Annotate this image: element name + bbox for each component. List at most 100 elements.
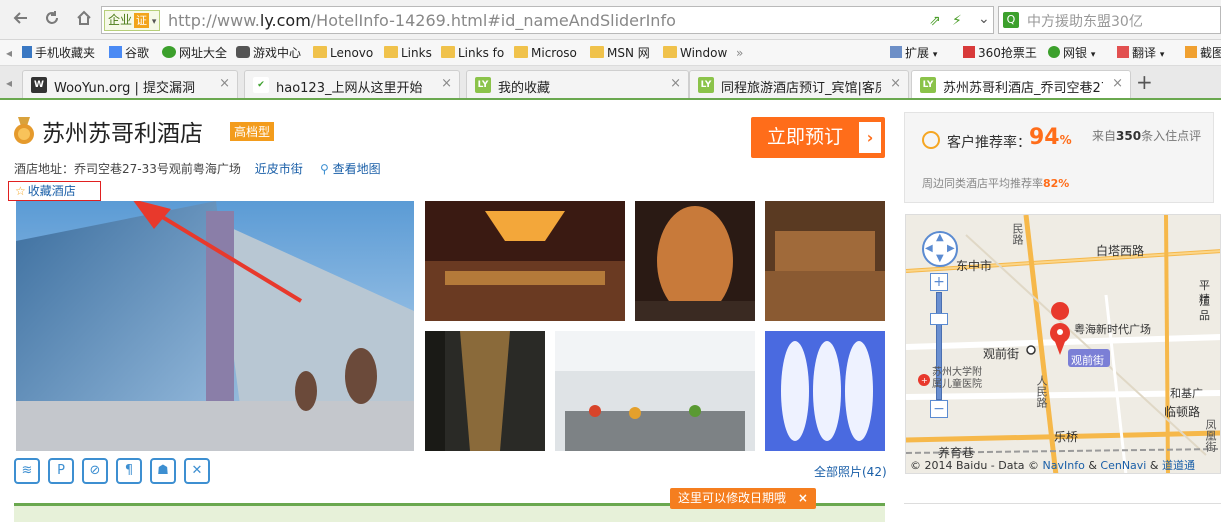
search-engine-icon[interactable]: Q — [1003, 12, 1019, 28]
gamepad-icon — [236, 46, 250, 58]
hotel-photo-lobby[interactable] — [425, 201, 625, 321]
hotel-photo-restaurant[interactable] — [765, 201, 885, 321]
bookmarks-menu-icon[interactable]: ◂ — [6, 44, 12, 62]
ext-netbank[interactable]: 网银 ▾ — [1048, 44, 1095, 62]
map-label: 东中市 — [956, 259, 993, 273]
url-field[interactable]: 企业证 ▾ http://www.ly.com/HotelInfo-14269.… — [101, 6, 994, 34]
date-tooltip: 这里可以修改日期哦 × — [670, 488, 816, 509]
pan-down-icon[interactable]: ▼ — [936, 253, 944, 264]
bookmark-hao[interactable]: 网址大全 — [162, 44, 227, 62]
hotel-photo-corridor[interactable] — [635, 201, 755, 321]
ext-translate[interactable]: 翻译 ▾ — [1117, 44, 1164, 62]
gym-icon: ✕ — [184, 458, 210, 484]
bookmark-links-fo[interactable]: Links fo — [441, 44, 504, 62]
map-label: 和基广 — [1170, 387, 1203, 400]
map-label: 精品 — [1199, 293, 1210, 322]
close-icon[interactable]: × — [219, 76, 230, 91]
share-icon[interactable]: ⇗ — [929, 13, 941, 29]
bookmark-games[interactable]: 游戏中心 — [236, 44, 301, 62]
ext-360-ticket[interactable]: 360抢票王 — [963, 44, 1037, 62]
bookmark-google[interactable]: 谷歌 — [109, 44, 149, 62]
folder-icon — [590, 46, 604, 58]
bookmark-msn[interactable]: MSN 网 — [590, 44, 650, 62]
close-icon[interactable]: × — [1112, 76, 1123, 91]
enterprise-badge[interactable]: 企业证 ▾ — [104, 10, 161, 31]
search-placeholder[interactable]: 中方援助东盟30亿 — [1027, 11, 1143, 31]
map-station-label: 观前街 — [1071, 354, 1104, 367]
map-footer — [904, 503, 1221, 522]
reload-icon[interactable] — [40, 9, 64, 31]
bookmark-windows[interactable]: Window — [663, 44, 727, 62]
pan-right-icon[interactable]: ▶ — [947, 243, 955, 254]
all-photos-link[interactable]: 全部照片(42) — [814, 463, 887, 480]
close-icon[interactable]: × — [670, 76, 681, 91]
tab-list-icon[interactable]: ◂ — [6, 76, 12, 90]
tab-favorites[interactable]: LY 我的收藏 × — [466, 70, 689, 98]
tab-wooyun[interactable]: W WooYun.org | 提交漏洞 × — [22, 70, 238, 98]
svg-text:+: + — [921, 376, 928, 385]
hotel-photo-hallway[interactable] — [425, 331, 545, 451]
map-label: 粤海新时代广场 — [1074, 323, 1151, 336]
location-map[interactable]: + ▲ ▼ ◀ ▶ + − 民路 白塔西路 东中市 平江 精品 粤海新时代广场 … — [905, 214, 1221, 474]
close-icon[interactable]: × — [441, 76, 452, 91]
phone-icon — [22, 46, 32, 58]
map-label: 苏州大学附属儿童医院 — [932, 367, 982, 390]
dropdown-chevron-icon[interactable]: ⌄ — [978, 11, 990, 27]
hao123-favicon-icon: ✔ — [253, 77, 269, 93]
map-label: 凤凰街 — [1204, 419, 1217, 452]
bookmark-links[interactable]: Links — [384, 44, 432, 62]
bookmarks-overflow-icon[interactable]: » — [736, 44, 743, 62]
home-icon[interactable] — [72, 9, 96, 31]
hotel-photo-spa[interactable] — [765, 331, 885, 451]
pan-left-icon[interactable]: ◀ — [925, 243, 933, 254]
pan-up-icon[interactable]: ▲ — [936, 232, 944, 243]
review-source[interactable]: 来自350条入住点评 — [1092, 127, 1201, 144]
zoom-in-button[interactable]: + — [930, 273, 948, 291]
favorite-hotel-button[interactable]: ☆ 收藏酒店 — [8, 181, 101, 201]
view-map-link[interactable]: ⚲ 查看地图 — [320, 160, 381, 177]
meeting-room-icon: ☗ — [150, 458, 176, 484]
folder-icon — [441, 46, 455, 58]
zoom-slider-handle[interactable] — [930, 313, 948, 325]
ext-extensions[interactable]: 扩展 ▾ — [890, 44, 937, 62]
search-field[interactable]: Q 中方援助东盟30亿 — [998, 6, 1221, 34]
close-icon[interactable]: × — [798, 491, 808, 505]
new-tab-button[interactable]: + — [1136, 70, 1153, 94]
globe-icon — [162, 46, 176, 58]
lightning-icon[interactable]: ⚡ — [952, 13, 962, 29]
map-pan-control[interactable]: ▲ ▼ ◀ ▶ — [922, 231, 958, 267]
ext-screenshot[interactable]: 截图 — [1185, 44, 1221, 62]
district-link[interactable]: 近皮市街 — [255, 162, 303, 176]
star-icon: ☆ — [15, 184, 26, 198]
tab-hotel-active[interactable]: LY 苏州苏哥利酒店_乔司空巷27-3 × — [911, 70, 1131, 98]
close-icon[interactable]: × — [890, 76, 901, 91]
map-label: 乐桥 — [1054, 430, 1079, 444]
medal-icon — [14, 117, 34, 144]
recommend-label: 客户推荐率： — [947, 135, 1031, 151]
back-arrow-icon[interactable] — [9, 9, 33, 31]
puzzle-icon — [890, 46, 902, 58]
address-text: 酒店地址：乔司空巷27-33号观前粤海广场 — [14, 162, 241, 176]
hotel-photo-dining[interactable] — [555, 331, 755, 451]
hotel-main-photo[interactable] — [16, 201, 414, 451]
bookmark-mobile[interactable]: 手机收藏夹 — [22, 44, 95, 62]
hotel-name: 苏州苏哥利酒店 — [42, 121, 203, 147]
map-label: 民路 — [1011, 223, 1024, 245]
area-average: 周边同类酒店平均推荐率82% — [922, 177, 1070, 190]
smiley-icon — [922, 131, 940, 149]
wifi-icon: ≋ — [14, 458, 40, 484]
chevron-right-icon: › — [859, 122, 881, 153]
url-text[interactable]: http://www.ly.com/HotelInfo-14269.html#i… — [168, 11, 676, 30]
map-label: 临顿路 — [1164, 405, 1201, 419]
tab-ly-hotels[interactable]: LY 同程旅游酒店预订_宾馆|客房查 × — [689, 70, 909, 98]
map-label: 观前街 — [983, 347, 1020, 361]
zoom-out-button[interactable]: − — [930, 400, 948, 418]
address-bar-row: 企业证 ▾ http://www.ly.com/HotelInfo-14269.… — [0, 0, 1221, 40]
scissors-icon — [1185, 46, 1197, 58]
tab-hao123[interactable]: ✔ hao123_上网从这里开始 × — [244, 70, 460, 98]
free-parking-icon: P — [48, 458, 74, 484]
bookmark-lenovo[interactable]: Lenovo — [313, 44, 373, 62]
book-now-button[interactable]: 立即预订 › — [751, 117, 885, 158]
bookmark-microsoft[interactable]: Microso — [514, 44, 577, 62]
ly-favicon-icon: LY — [698, 77, 714, 93]
